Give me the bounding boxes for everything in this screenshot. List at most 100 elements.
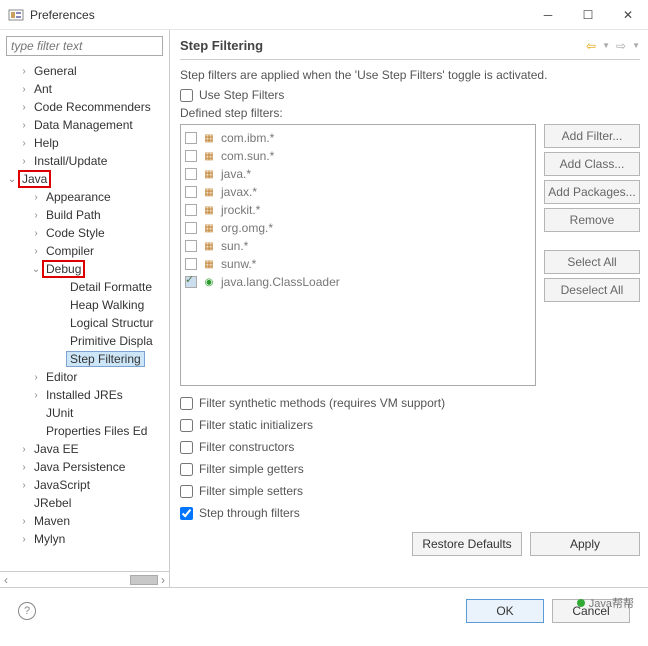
filter-item-checkbox[interactable]	[185, 150, 197, 162]
watermark: Java帮帮	[577, 595, 634, 611]
close-button[interactable]: ✕	[608, 0, 648, 30]
filter-static-checkbox[interactable]: Filter static initializers	[180, 418, 640, 432]
expand-icon[interactable]	[18, 444, 30, 455]
tree-node-label: Editor	[42, 368, 81, 386]
filter-item[interactable]: sun.*	[185, 237, 531, 255]
tree-node[interactable]: Logical Structur	[0, 314, 169, 332]
filter-item-checkbox[interactable]	[185, 276, 197, 288]
apply-button[interactable]: Apply	[530, 532, 640, 556]
expand-icon[interactable]	[18, 156, 30, 167]
filter-item-checkbox[interactable]	[185, 258, 197, 270]
add-packages-button[interactable]: Add Packages...	[544, 180, 640, 204]
minimize-button[interactable]: ─	[528, 0, 568, 30]
expand-icon[interactable]	[18, 480, 30, 491]
filter-item[interactable]: com.sun.*	[185, 147, 531, 165]
tree-node[interactable]: Mylyn	[0, 530, 169, 548]
tree-node[interactable]: Java	[0, 170, 169, 188]
select-all-button[interactable]: Select All	[544, 250, 640, 274]
tree-node[interactable]: Build Path	[0, 206, 169, 224]
tree-node[interactable]: JavaScript	[0, 476, 169, 494]
filter-input[interactable]	[6, 36, 163, 56]
tree-node[interactable]: Primitive Displa	[0, 332, 169, 350]
filter-item-checkbox[interactable]	[185, 222, 197, 234]
tree-node-label: JRebel	[30, 494, 75, 512]
chevron-down-icon[interactable]: ▼	[632, 41, 640, 50]
tree-node[interactable]: Heap Walking	[0, 296, 169, 314]
use-step-filters-checkbox[interactable]: Use Step Filters	[180, 88, 640, 102]
preferences-tree[interactable]: GeneralAntCode RecommendersData Manageme…	[0, 60, 169, 571]
step-through-checkbox[interactable]: Step through filters	[180, 506, 640, 520]
tree-node-label: Properties Files Ed	[42, 422, 151, 440]
filter-item-checkbox[interactable]	[185, 186, 197, 198]
tree-node[interactable]: Maven	[0, 512, 169, 530]
filter-item[interactable]: java.lang.ClassLoader	[185, 273, 531, 291]
expand-icon[interactable]	[18, 138, 30, 149]
tree-node[interactable]: Debug	[0, 260, 169, 278]
expand-icon[interactable]	[30, 246, 42, 257]
restore-defaults-button[interactable]: Restore Defaults	[412, 532, 522, 556]
help-icon[interactable]: ?	[18, 602, 36, 620]
horizontal-scrollbar[interactable]: ‹ ›	[0, 571, 169, 587]
tree-node[interactable]: Install/Update	[0, 152, 169, 170]
tree-node[interactable]: Help	[0, 134, 169, 152]
filter-item-checkbox[interactable]	[185, 240, 197, 252]
expand-icon[interactable]	[18, 516, 30, 527]
tree-node[interactable]: Appearance	[0, 188, 169, 206]
expand-icon[interactable]	[30, 192, 42, 203]
filter-setters-checkbox[interactable]: Filter simple setters	[180, 484, 640, 498]
filter-item[interactable]: org.omg.*	[185, 219, 531, 237]
filter-item[interactable]: javax.*	[185, 183, 531, 201]
tree-node[interactable]: Compiler	[0, 242, 169, 260]
tree-node[interactable]: Code Recommenders	[0, 98, 169, 116]
tree-node-label: Java EE	[30, 440, 83, 458]
tree-node-label: Heap Walking	[66, 296, 148, 314]
tree-node[interactable]: General	[0, 62, 169, 80]
nav-back-icon[interactable]: ⇦	[586, 39, 596, 53]
expand-icon[interactable]	[30, 390, 42, 401]
expand-icon[interactable]	[18, 534, 30, 545]
tree-node[interactable]: JUnit	[0, 404, 169, 422]
expand-icon[interactable]	[30, 210, 42, 221]
filter-list[interactable]: com.ibm.*com.sun.*java.*javax.*jrockit.*…	[180, 124, 536, 386]
tree-node[interactable]: Code Style	[0, 224, 169, 242]
tree-node[interactable]: Data Management	[0, 116, 169, 134]
filter-item[interactable]: sunw.*	[185, 255, 531, 273]
chevron-down-icon[interactable]: ▼	[602, 41, 610, 50]
nav-forward-icon[interactable]: ⇨	[616, 39, 626, 53]
filter-getters-checkbox[interactable]: Filter simple getters	[180, 462, 640, 476]
tree-node[interactable]: Detail Formatte	[0, 278, 169, 296]
add-filter-button[interactable]: Add Filter...	[544, 124, 640, 148]
filter-item-checkbox[interactable]	[185, 168, 197, 180]
tree-node[interactable]: Step Filtering	[0, 350, 169, 368]
deselect-all-button[interactable]: Deselect All	[544, 278, 640, 302]
maximize-button[interactable]: ☐	[568, 0, 608, 30]
tree-node[interactable]: Ant	[0, 80, 169, 98]
filter-synthetic-checkbox[interactable]: Filter synthetic methods (requires VM su…	[180, 396, 640, 410]
expand-icon[interactable]	[18, 84, 30, 95]
filter-item[interactable]: jrockit.*	[185, 201, 531, 219]
ok-button[interactable]: OK	[466, 599, 544, 623]
expand-icon[interactable]	[18, 102, 30, 113]
tree-node-label: Build Path	[42, 206, 105, 224]
expand-icon[interactable]	[18, 120, 30, 131]
tree-node[interactable]: Properties Files Ed	[0, 422, 169, 440]
filter-constructors-checkbox[interactable]: Filter constructors	[180, 440, 640, 454]
tree-node[interactable]: JRebel	[0, 494, 169, 512]
tree-node[interactable]: Installed JREs	[0, 386, 169, 404]
tree-node-label: Java Persistence	[30, 458, 129, 476]
filter-item-checkbox[interactable]	[185, 132, 197, 144]
tree-node[interactable]: Editor	[0, 368, 169, 386]
filter-item[interactable]: com.ibm.*	[185, 129, 531, 147]
expand-icon[interactable]	[6, 174, 18, 185]
remove-button[interactable]: Remove	[544, 208, 640, 232]
tree-node[interactable]: Java Persistence	[0, 458, 169, 476]
tree-node[interactable]: Java EE	[0, 440, 169, 458]
filter-item[interactable]: java.*	[185, 165, 531, 183]
expand-icon[interactable]	[18, 462, 30, 473]
expand-icon[interactable]	[30, 372, 42, 383]
add-class-button[interactable]: Add Class...	[544, 152, 640, 176]
expand-icon[interactable]	[18, 66, 30, 77]
expand-icon[interactable]	[30, 264, 42, 275]
expand-icon[interactable]	[30, 228, 42, 239]
filter-item-checkbox[interactable]	[185, 204, 197, 216]
